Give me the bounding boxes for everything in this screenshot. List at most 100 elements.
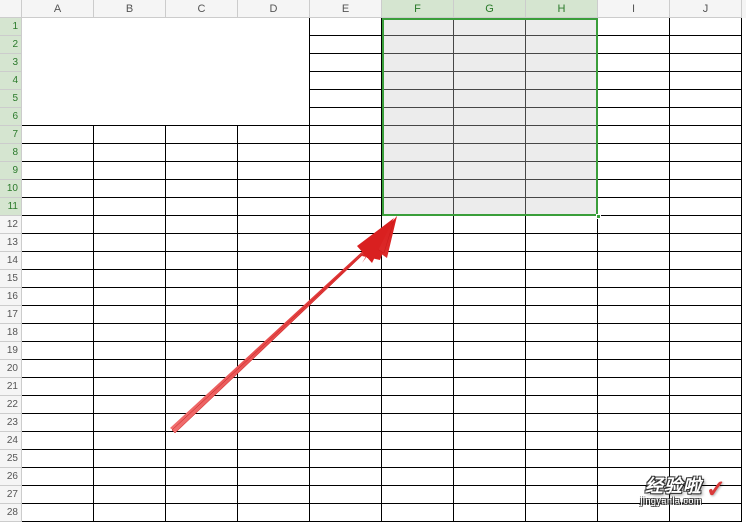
cell-H14[interactable]: [526, 252, 598, 270]
cell-C20[interactable]: [166, 360, 238, 378]
cell-E23[interactable]: [310, 414, 382, 432]
cell-C26[interactable]: [166, 468, 238, 486]
cell-H20[interactable]: [526, 360, 598, 378]
cell-C11[interactable]: [166, 198, 238, 216]
cell-B5[interactable]: [94, 90, 166, 108]
cell-H2[interactable]: [526, 36, 598, 54]
cell-H17[interactable]: [526, 306, 598, 324]
row-header-21[interactable]: 21: [0, 378, 22, 396]
cell-F5[interactable]: [382, 90, 454, 108]
cell-I3[interactable]: [598, 54, 670, 72]
cell-G26[interactable]: [454, 468, 526, 486]
cell-C8[interactable]: [166, 144, 238, 162]
cell-J3[interactable]: [670, 54, 742, 72]
cell-E17[interactable]: [310, 306, 382, 324]
row-header-2[interactable]: 2: [0, 36, 22, 54]
row-header-14[interactable]: 14: [0, 252, 22, 270]
cell-C19[interactable]: [166, 342, 238, 360]
cell-F20[interactable]: [382, 360, 454, 378]
cell-G17[interactable]: [454, 306, 526, 324]
cells-area[interactable]: [22, 18, 746, 522]
cell-D12[interactable]: [238, 216, 310, 234]
cell-E14[interactable]: [310, 252, 382, 270]
cell-B22[interactable]: [94, 396, 166, 414]
cell-I15[interactable]: [598, 270, 670, 288]
cell-I16[interactable]: [598, 288, 670, 306]
cell-J4[interactable]: [670, 72, 742, 90]
cell-C2[interactable]: [166, 36, 238, 54]
cell-G28[interactable]: [454, 504, 526, 522]
cell-F4[interactable]: [382, 72, 454, 90]
cell-B21[interactable]: [94, 378, 166, 396]
cell-E20[interactable]: [310, 360, 382, 378]
cell-J10[interactable]: [670, 180, 742, 198]
row-header-12[interactable]: 12: [0, 216, 22, 234]
cell-H25[interactable]: [526, 450, 598, 468]
cell-A21[interactable]: [22, 378, 94, 396]
cell-E26[interactable]: [310, 468, 382, 486]
cell-D14[interactable]: [238, 252, 310, 270]
cell-I17[interactable]: [598, 306, 670, 324]
cell-D6[interactable]: [238, 108, 310, 126]
cell-F21[interactable]: [382, 378, 454, 396]
row-header-22[interactable]: 22: [0, 396, 22, 414]
cell-F16[interactable]: [382, 288, 454, 306]
col-header-B[interactable]: B: [94, 0, 166, 18]
row-header-11[interactable]: 11: [0, 198, 22, 216]
cell-I1[interactable]: [598, 18, 670, 36]
cell-E13[interactable]: [310, 234, 382, 252]
cell-D5[interactable]: [238, 90, 310, 108]
cell-G27[interactable]: [454, 486, 526, 504]
cell-J18[interactable]: [670, 324, 742, 342]
col-header-I[interactable]: I: [598, 0, 670, 18]
cell-A2[interactable]: [22, 36, 94, 54]
cell-B17[interactable]: [94, 306, 166, 324]
cell-F6[interactable]: [382, 108, 454, 126]
cell-J17[interactable]: [670, 306, 742, 324]
cell-F17[interactable]: [382, 306, 454, 324]
cell-G16[interactable]: [454, 288, 526, 306]
cell-F1[interactable]: [382, 18, 454, 36]
cell-F2[interactable]: [382, 36, 454, 54]
cell-H18[interactable]: [526, 324, 598, 342]
cell-C12[interactable]: [166, 216, 238, 234]
cell-H9[interactable]: [526, 162, 598, 180]
col-header-A[interactable]: A: [22, 0, 94, 18]
cell-I18[interactable]: [598, 324, 670, 342]
col-header-C[interactable]: C: [166, 0, 238, 18]
cell-H26[interactable]: [526, 468, 598, 486]
cell-F10[interactable]: [382, 180, 454, 198]
cell-H27[interactable]: [526, 486, 598, 504]
cell-J12[interactable]: [670, 216, 742, 234]
cell-I20[interactable]: [598, 360, 670, 378]
cell-B19[interactable]: [94, 342, 166, 360]
cell-F28[interactable]: [382, 504, 454, 522]
cell-B27[interactable]: [94, 486, 166, 504]
cell-D11[interactable]: [238, 198, 310, 216]
cell-D13[interactable]: [238, 234, 310, 252]
row-header-24[interactable]: 24: [0, 432, 22, 450]
cell-H19[interactable]: [526, 342, 598, 360]
cell-H21[interactable]: [526, 378, 598, 396]
cell-C4[interactable]: [166, 72, 238, 90]
col-header-G[interactable]: G: [454, 0, 526, 18]
cell-E27[interactable]: [310, 486, 382, 504]
col-header-D[interactable]: D: [238, 0, 310, 18]
cell-G20[interactable]: [454, 360, 526, 378]
cell-H3[interactable]: [526, 54, 598, 72]
cell-B1[interactable]: [94, 18, 166, 36]
col-header-H[interactable]: H: [526, 0, 598, 18]
cell-A22[interactable]: [22, 396, 94, 414]
cell-A13[interactable]: [22, 234, 94, 252]
cell-D2[interactable]: [238, 36, 310, 54]
cell-I8[interactable]: [598, 144, 670, 162]
cell-E1[interactable]: [310, 18, 382, 36]
cell-E15[interactable]: [310, 270, 382, 288]
cell-G1[interactable]: [454, 18, 526, 36]
cell-F13[interactable]: [382, 234, 454, 252]
cell-J8[interactable]: [670, 144, 742, 162]
cell-A1[interactable]: [22, 18, 94, 36]
cell-C21[interactable]: [166, 378, 238, 396]
cell-A10[interactable]: [22, 180, 94, 198]
cell-G18[interactable]: [454, 324, 526, 342]
